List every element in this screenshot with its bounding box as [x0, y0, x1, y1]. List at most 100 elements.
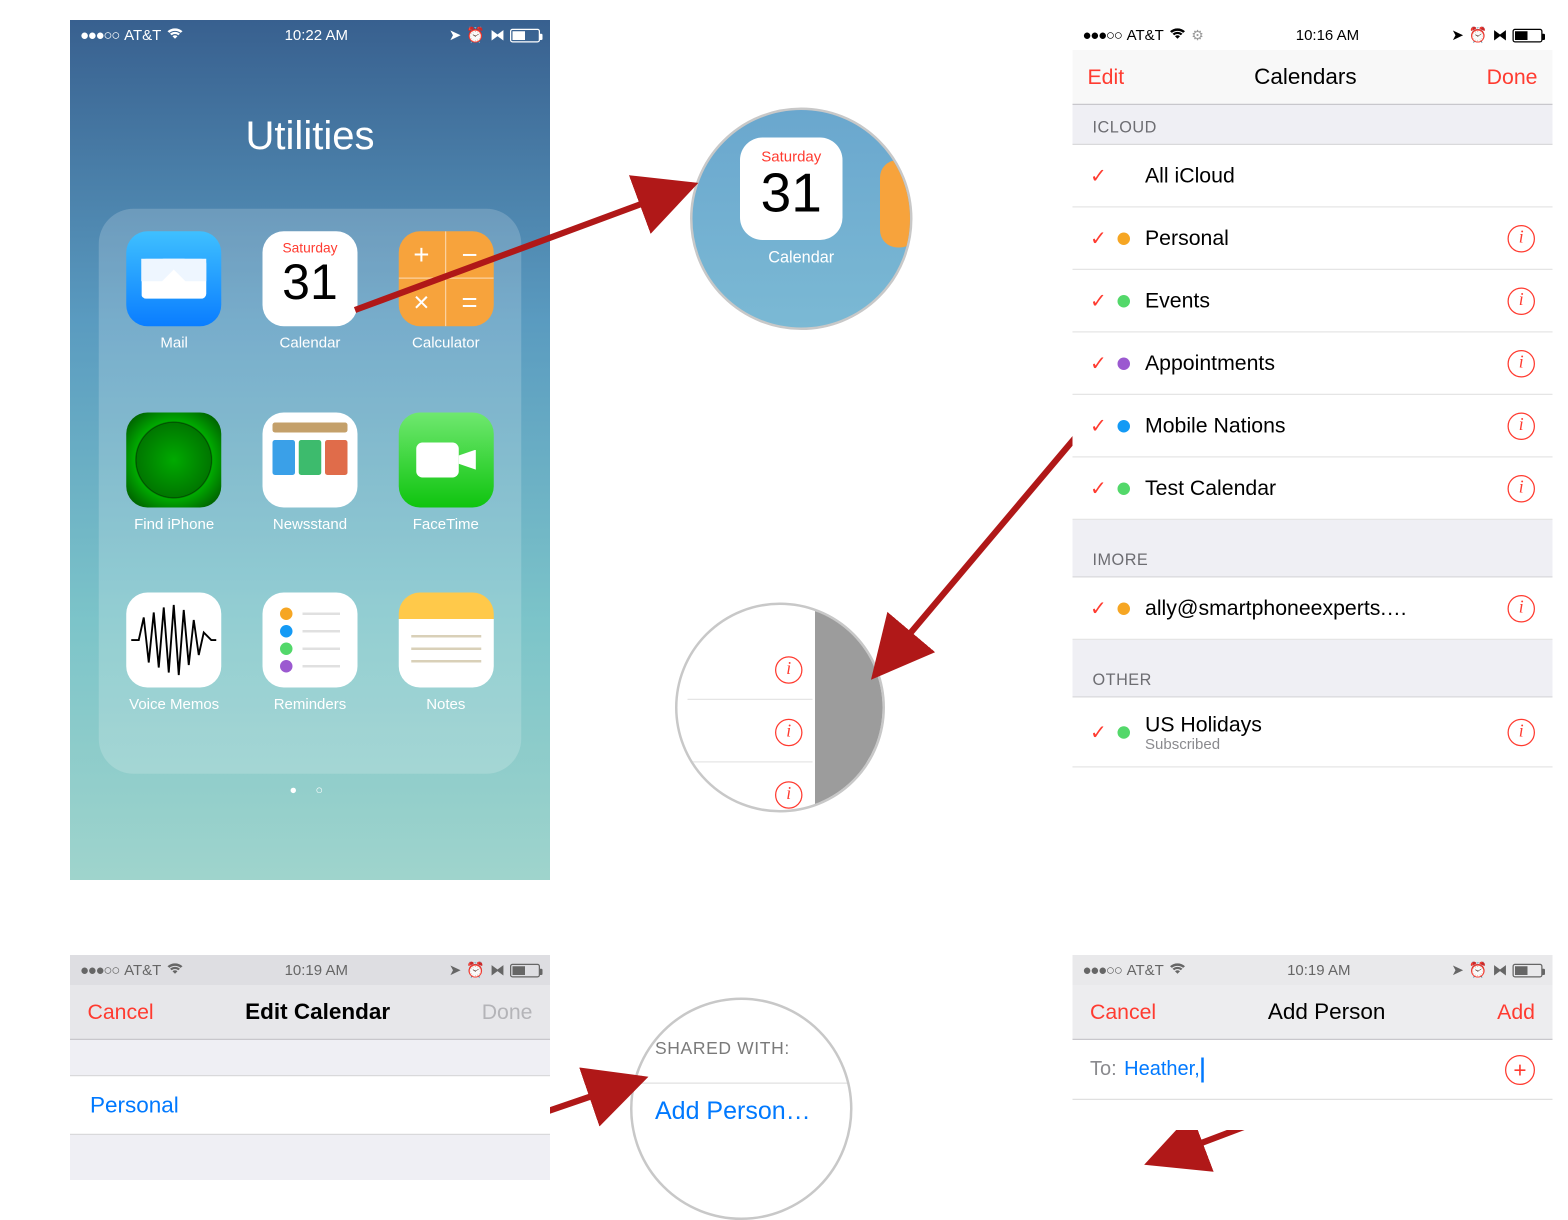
color-dot-icon: [1118, 419, 1131, 432]
done-button[interactable]: Done: [1487, 64, 1538, 89]
signal-dots-icon: ●●●○○: [1083, 26, 1122, 44]
cancel-button[interactable]: Cancel: [88, 999, 154, 1024]
info-button[interactable]: i: [1508, 349, 1536, 377]
app-label: Calculator: [412, 334, 480, 352]
app-voice-memos[interactable]: Voice Memos: [123, 593, 226, 751]
gear-icon: ⚙: [1191, 27, 1203, 43]
color-dot-icon: [1118, 726, 1131, 739]
mail-icon: [127, 231, 222, 326]
calendar-row-ally[interactable]: ✓ ally@smartphoneexperts.… i: [1073, 578, 1553, 641]
calendar-day-number: 31: [740, 165, 843, 223]
location-icon: ➤: [1451, 26, 1464, 44]
newsstand-icon: [262, 412, 357, 507]
add-contact-button[interactable]: +: [1505, 1054, 1535, 1084]
carrier-label: AT&T: [1127, 961, 1164, 979]
calendar-name: All iCloud: [1145, 163, 1535, 188]
calendar-row-test[interactable]: ✓ Test Calendar i: [1073, 458, 1553, 521]
add-button[interactable]: Add: [1497, 999, 1535, 1024]
app-notes[interactable]: Notes: [395, 593, 498, 751]
magnifier-add-person: SHARED WITH: Add Person…: [630, 998, 853, 1220]
app-calculator[interactable]: +−×= Calculator: [395, 231, 498, 389]
to-field[interactable]: To: Heather, +: [1073, 1040, 1553, 1100]
facetime-icon: [398, 412, 493, 507]
clock-label: 10:19 AM: [1287, 961, 1350, 979]
clock-label: 10:19 AM: [285, 961, 348, 979]
nav-bar: Edit Calendars Done: [1073, 50, 1553, 105]
signal-dots-icon: ●●●○○: [80, 26, 119, 44]
carrier-label: AT&T: [124, 961, 161, 979]
info-icon: i: [775, 718, 803, 746]
app-label: Newsstand: [273, 515, 347, 533]
wifi-icon: [1169, 26, 1187, 44]
magnifier-info-button: i i i: [675, 603, 885, 813]
nav-title: Calendars: [1254, 64, 1357, 90]
clock-label: 10:16 AM: [1296, 26, 1359, 44]
info-icon: i: [775, 656, 803, 684]
waveform-icon: [127, 593, 222, 688]
app-reminders[interactable]: Reminders: [259, 593, 362, 751]
cancel-button[interactable]: Cancel: [1090, 999, 1156, 1024]
calendar-row-personal[interactable]: ✓ Personal i: [1073, 208, 1553, 271]
to-value: Heather,: [1124, 1058, 1200, 1081]
checkmark-icon: ✓: [1090, 596, 1118, 621]
app-facetime[interactable]: FaceTime: [395, 412, 498, 570]
info-button[interactable]: i: [1508, 412, 1536, 440]
to-label: To:: [1090, 1058, 1117, 1081]
alarm-icon: ⏰: [466, 26, 485, 44]
calendar-icon: Saturday 31: [262, 231, 357, 326]
app-label: Calendar: [693, 248, 911, 267]
bluetooth-icon: ⧓: [490, 961, 505, 979]
app-calendar[interactable]: Saturday 31 Calendar: [259, 231, 362, 389]
calendar-row-holidays[interactable]: ✓ US Holidays Subscribed i: [1073, 698, 1553, 768]
checkmark-icon: ✓: [1090, 226, 1118, 251]
folder-title: Utilities: [70, 113, 550, 159]
edit-button[interactable]: Edit: [1088, 64, 1125, 89]
app-newsstand[interactable]: Newsstand: [259, 412, 362, 570]
calendar-row-all-icloud[interactable]: ✓ All iCloud: [1073, 145, 1553, 208]
text-cursor: [1201, 1057, 1204, 1082]
calendar-dow: Saturday: [740, 138, 843, 166]
calendar-name: Appointments: [1145, 351, 1498, 376]
calendar-row-appointments[interactable]: ✓ Appointments i: [1073, 333, 1553, 396]
calendar-name-value: Personal: [90, 1092, 179, 1118]
alarm-icon: ⏰: [1469, 961, 1488, 979]
checkmark-icon: ✓: [1090, 163, 1118, 188]
info-button[interactable]: i: [1508, 224, 1536, 252]
calendar-row-mobile-nations[interactable]: ✓ Mobile Nations i: [1073, 395, 1553, 458]
section-header-icloud: ICLOUD: [1073, 105, 1553, 145]
app-label: Find iPhone: [134, 515, 214, 533]
calendar-dow: Saturday: [262, 231, 357, 256]
checkmark-icon: ✓: [1090, 413, 1118, 438]
app-label: Reminders: [274, 695, 347, 713]
wifi-icon: [166, 961, 184, 979]
done-button[interactable]: Done: [482, 999, 533, 1024]
color-dot-icon: [1118, 232, 1131, 245]
info-button[interactable]: i: [1508, 594, 1536, 622]
battery-icon: [1513, 963, 1543, 977]
info-button[interactable]: i: [1508, 287, 1536, 315]
info-button[interactable]: i: [1508, 474, 1536, 502]
nav-bar: Cancel Edit Calendar Done: [70, 985, 550, 1040]
calendar-name-field[interactable]: Personal: [70, 1075, 550, 1135]
screenshot-calendars-list: ●●●○○ AT&T ⚙ 10:16 AM ➤ ⏰ ⧓ Edit Calenda…: [1073, 20, 1553, 913]
color-dot-icon: [1118, 357, 1131, 370]
wifi-icon: [1169, 961, 1187, 979]
app-find-iphone[interactable]: Find iPhone: [123, 412, 226, 570]
app-mail[interactable]: Mail: [123, 231, 226, 389]
app-label: Notes: [426, 695, 465, 713]
status-bar: ●●●○○ AT&T 10:19 AM ➤ ⏰ ⧓: [1073, 955, 1553, 985]
calendar-row-events[interactable]: ✓ Events i: [1073, 270, 1553, 333]
checkmark-icon: ✓: [1090, 476, 1118, 501]
folder-open: Mail Saturday 31 Calendar +−×= Calculato…: [99, 209, 522, 774]
wifi-icon: [166, 26, 184, 44]
checkmark-icon: ✓: [1090, 351, 1118, 376]
clock-label: 10:22 AM: [285, 26, 348, 44]
location-icon: ➤: [449, 26, 462, 44]
app-label: FaceTime: [413, 515, 479, 533]
bluetooth-icon: ⧓: [1493, 26, 1508, 44]
nav-bar: Cancel Add Person Add: [1073, 985, 1553, 1040]
alarm-icon: ⏰: [466, 961, 485, 979]
bluetooth-icon: ⧓: [1493, 961, 1508, 979]
status-bar: ●●●○○ AT&T ⚙ 10:16 AM ➤ ⏰ ⧓: [1073, 20, 1553, 50]
info-button[interactable]: i: [1508, 718, 1536, 746]
